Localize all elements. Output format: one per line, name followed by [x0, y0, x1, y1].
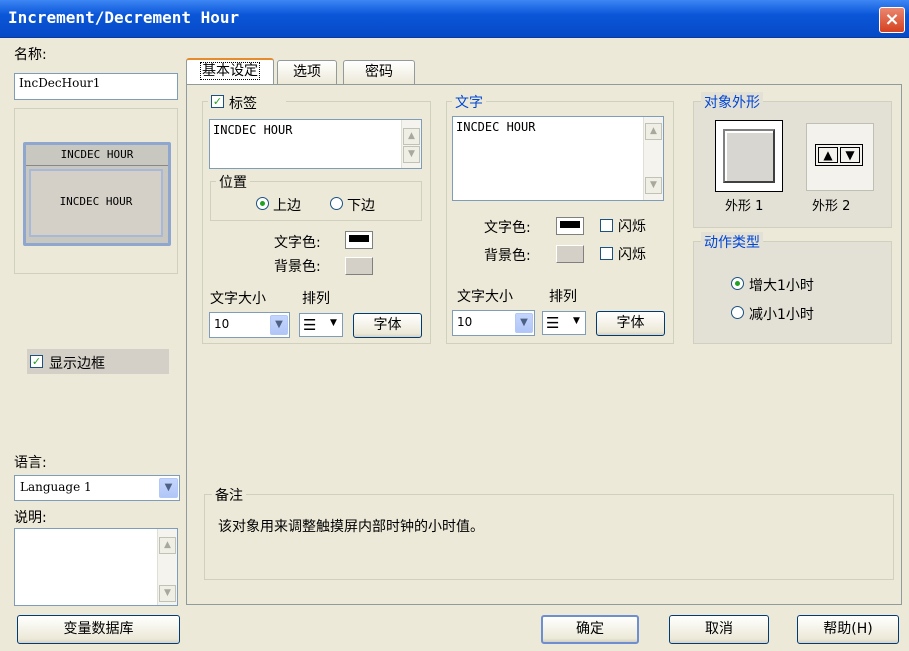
notes-group — [204, 494, 894, 580]
help-button[interactable]: 帮助(H) — [797, 615, 899, 644]
language-select[interactable]: Language 1 ▼ — [14, 475, 180, 501]
tab-options[interactable]: 选项 — [277, 60, 337, 84]
description-textarea[interactable]: ▲ ▼ — [14, 528, 178, 606]
variable-database-button[interactable]: 变量数据库 — [17, 615, 180, 644]
tab-basic-settings-label: 基本设定 — [200, 62, 260, 80]
window-title: Increment/Decrement Hour — [8, 8, 240, 27]
label-group-header[interactable]: ✓ 标签 — [208, 92, 286, 112]
text-content-input[interactable]: INCDEC HOUR ▲ ▼ — [452, 116, 664, 201]
description-label: 说明: — [14, 510, 47, 526]
text-bg-color-swatch[interactable] — [556, 245, 584, 263]
show-border-checkbox[interactable]: ✓ — [30, 355, 43, 368]
text-content-value: INCDEC HOUR — [456, 120, 536, 134]
label-text-color-label: 文字色: — [274, 235, 321, 251]
up-down-arrows-icon: ▲ ▼ — [815, 144, 863, 166]
bg-blink-checkbox[interactable] — [600, 247, 613, 260]
shape-1-preview — [723, 129, 775, 183]
preview-button: INCDEC HOUR — [29, 169, 163, 237]
label-font-button[interactable]: 字体 — [353, 313, 422, 338]
text-align-select[interactable]: ☰ ▼ — [542, 311, 586, 335]
label-font-size-value: 10 — [214, 317, 230, 331]
scroll-up-icon[interactable]: ▲ — [645, 123, 662, 140]
up-arrow-icon: ▲ — [818, 147, 838, 163]
show-border-row[interactable]: ✓ 显示边框 — [27, 349, 169, 374]
language-value: Language 1 — [20, 480, 92, 494]
chevron-down-icon[interactable]: ▼ — [515, 313, 533, 333]
show-border-label: 显示边框 — [49, 356, 105, 372]
close-button[interactable]: × — [879, 7, 905, 33]
scroll-down-icon[interactable]: ▼ — [159, 585, 176, 602]
text-group-title: 文字 — [452, 92, 486, 112]
label-font-size-label: 文字大小 — [210, 291, 266, 307]
shape-2-label: 外形 2 — [812, 199, 851, 214]
text-color-swatch[interactable] — [556, 217, 584, 235]
shape-2-option[interactable]: ▲ ▼ — [806, 123, 874, 191]
tab-password[interactable]: 密码 — [343, 60, 415, 84]
preview-panel: INCDEC HOUR INCDEC HOUR — [14, 108, 178, 274]
cancel-button[interactable]: 取消 — [669, 615, 769, 644]
label-align-select[interactable]: ☰ ▼ — [299, 313, 343, 337]
position-top-label: 上边 — [273, 198, 301, 214]
position-bottom-radio[interactable] — [330, 197, 343, 210]
label-group-title: 标签 — [229, 96, 257, 112]
tab-basic-settings[interactable]: 基本设定 — [186, 58, 274, 84]
text-font-button[interactable]: 字体 — [596, 311, 665, 336]
label-text-color-swatch[interactable] — [345, 231, 373, 249]
chevron-down-icon[interactable]: ▼ — [159, 478, 178, 498]
text-font-size-select[interactable]: 10 ▼ — [452, 310, 535, 336]
chevron-down-icon[interactable]: ▼ — [270, 315, 288, 335]
ok-button[interactable]: 确定 — [541, 615, 639, 644]
label-font-size-select[interactable]: 10 ▼ — [209, 312, 290, 338]
action-group-title: 动作类型 — [701, 232, 763, 252]
title-bar: Increment/Decrement Hour × — [0, 0, 909, 38]
notes-text: 该对象用来调整触摸屏内部时钟的小时值。 — [218, 519, 484, 535]
label-align-label: 排列 — [302, 291, 330, 307]
position-top-radio[interactable] — [256, 197, 269, 210]
label-bg-color-label: 背景色: — [274, 259, 321, 275]
text-font-size-value: 10 — [457, 315, 473, 329]
chevron-down-icon[interactable]: ▼ — [330, 318, 337, 328]
scroll-up-icon[interactable]: ▲ — [159, 537, 176, 554]
scroll-down-icon[interactable]: ▼ — [403, 146, 420, 163]
shape-1-label: 外形 1 — [725, 199, 764, 214]
chevron-down-icon[interactable]: ▼ — [573, 316, 580, 326]
align-left-icon: ☰ — [303, 316, 317, 334]
language-label: 语言: — [14, 455, 47, 471]
preview-object: INCDEC HOUR INCDEC HOUR — [23, 142, 171, 246]
label-bg-color-swatch[interactable] — [345, 257, 373, 275]
increase-radio[interactable] — [731, 277, 744, 290]
text-font-size-label: 文字大小 — [457, 289, 513, 305]
name-label: 名称: — [14, 47, 47, 63]
shape-group-title: 对象外形 — [701, 92, 763, 112]
scroll-down-icon[interactable]: ▼ — [645, 177, 662, 194]
down-arrow-icon: ▼ — [840, 147, 860, 163]
text-color-label: 文字色: — [484, 220, 531, 236]
scroll-up-icon[interactable]: ▲ — [403, 128, 420, 145]
label-text-scrollbar[interactable]: ▲ ▼ — [401, 120, 421, 168]
preview-label: INCDEC HOUR — [26, 146, 168, 166]
text-bg-color-label: 背景色: — [484, 248, 531, 264]
name-input[interactable]: IncDecHour1 — [14, 73, 178, 100]
decrease-radio[interactable] — [731, 306, 744, 319]
shape-1-option[interactable] — [715, 120, 783, 192]
bg-blink-label: 闪烁 — [618, 247, 646, 263]
text-blink-label: 闪烁 — [618, 219, 646, 235]
decrease-label: 减小1小时 — [749, 307, 814, 323]
text-align-label: 排列 — [549, 289, 577, 305]
position-group-title: 位置 — [216, 172, 250, 192]
notes-title: 备注 — [212, 485, 246, 505]
text-content-scrollbar[interactable]: ▲ ▼ — [643, 117, 663, 200]
text-blink-checkbox[interactable] — [600, 219, 613, 232]
description-scrollbar[interactable]: ▲ ▼ — [157, 529, 177, 605]
label-text-value: INCDEC HOUR — [213, 123, 293, 137]
label-checkbox[interactable]: ✓ — [211, 95, 224, 108]
align-left-icon: ☰ — [546, 314, 560, 332]
increase-label: 增大1小时 — [749, 278, 814, 294]
position-bottom-label: 下边 — [347, 198, 375, 214]
label-text-input[interactable]: INCDEC HOUR ▲ ▼ — [209, 119, 422, 169]
